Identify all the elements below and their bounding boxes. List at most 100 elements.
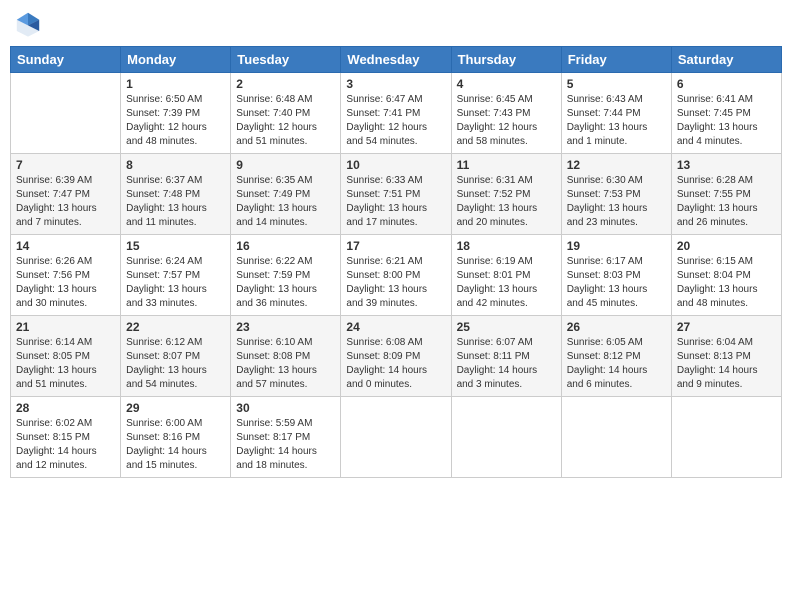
day-number: 12 xyxy=(567,158,666,172)
day-number: 18 xyxy=(457,239,556,253)
week-row-4: 21 Sunrise: 6:14 AMSunset: 8:05 PMDaylig… xyxy=(11,316,782,397)
day-cell: 23 Sunrise: 6:10 AMSunset: 8:08 PMDaylig… xyxy=(231,316,341,397)
day-cell: 17 Sunrise: 6:21 AMSunset: 8:00 PMDaylig… xyxy=(341,235,451,316)
week-row-2: 7 Sunrise: 6:39 AMSunset: 7:47 PMDayligh… xyxy=(11,154,782,235)
day-cell xyxy=(561,397,671,478)
day-number: 17 xyxy=(346,239,445,253)
header-row: SundayMondayTuesdayWednesdayThursdayFrid… xyxy=(11,47,782,73)
day-number: 1 xyxy=(126,77,225,91)
day-info: Sunrise: 6:39 AMSunset: 7:47 PMDaylight:… xyxy=(16,174,115,230)
logo xyxy=(14,10,46,38)
day-number: 3 xyxy=(346,77,445,91)
day-cell: 5 Sunrise: 6:43 AMSunset: 7:44 PMDayligh… xyxy=(561,73,671,154)
day-info: Sunrise: 6:07 AMSunset: 8:11 PMDaylight:… xyxy=(457,336,556,392)
day-info: Sunrise: 6:00 AMSunset: 8:16 PMDaylight:… xyxy=(126,417,225,473)
day-number: 9 xyxy=(236,158,335,172)
day-cell: 22 Sunrise: 6:12 AMSunset: 8:07 PMDaylig… xyxy=(121,316,231,397)
day-info: Sunrise: 6:10 AMSunset: 8:08 PMDaylight:… xyxy=(236,336,335,392)
day-info: Sunrise: 6:04 AMSunset: 8:13 PMDaylight:… xyxy=(677,336,776,392)
week-row-1: 1 Sunrise: 6:50 AMSunset: 7:39 PMDayligh… xyxy=(11,73,782,154)
day-info: Sunrise: 6:21 AMSunset: 8:00 PMDaylight:… xyxy=(346,255,445,311)
day-info: Sunrise: 6:15 AMSunset: 8:04 PMDaylight:… xyxy=(677,255,776,311)
day-info: Sunrise: 6:12 AMSunset: 8:07 PMDaylight:… xyxy=(126,336,225,392)
day-number: 28 xyxy=(16,401,115,415)
day-info: Sunrise: 6:47 AMSunset: 7:41 PMDaylight:… xyxy=(346,93,445,149)
column-header-saturday: Saturday xyxy=(671,47,781,73)
day-info: Sunrise: 6:08 AMSunset: 8:09 PMDaylight:… xyxy=(346,336,445,392)
day-info: Sunrise: 6:50 AMSunset: 7:39 PMDaylight:… xyxy=(126,93,225,149)
day-cell: 9 Sunrise: 6:35 AMSunset: 7:49 PMDayligh… xyxy=(231,154,341,235)
day-number: 4 xyxy=(457,77,556,91)
day-info: Sunrise: 6:19 AMSunset: 8:01 PMDaylight:… xyxy=(457,255,556,311)
day-number: 7 xyxy=(16,158,115,172)
day-cell: 27 Sunrise: 6:04 AMSunset: 8:13 PMDaylig… xyxy=(671,316,781,397)
day-number: 16 xyxy=(236,239,335,253)
day-info: Sunrise: 6:28 AMSunset: 7:55 PMDaylight:… xyxy=(677,174,776,230)
day-cell: 10 Sunrise: 6:33 AMSunset: 7:51 PMDaylig… xyxy=(341,154,451,235)
day-cell: 30 Sunrise: 5:59 AMSunset: 8:17 PMDaylig… xyxy=(231,397,341,478)
day-info: Sunrise: 5:59 AMSunset: 8:17 PMDaylight:… xyxy=(236,417,335,473)
day-info: Sunrise: 6:02 AMSunset: 8:15 PMDaylight:… xyxy=(16,417,115,473)
day-info: Sunrise: 6:30 AMSunset: 7:53 PMDaylight:… xyxy=(567,174,666,230)
day-cell: 25 Sunrise: 6:07 AMSunset: 8:11 PMDaylig… xyxy=(451,316,561,397)
day-cell: 11 Sunrise: 6:31 AMSunset: 7:52 PMDaylig… xyxy=(451,154,561,235)
day-number: 14 xyxy=(16,239,115,253)
day-cell: 29 Sunrise: 6:00 AMSunset: 8:16 PMDaylig… xyxy=(121,397,231,478)
day-info: Sunrise: 6:41 AMSunset: 7:45 PMDaylight:… xyxy=(677,93,776,149)
day-info: Sunrise: 6:45 AMSunset: 7:43 PMDaylight:… xyxy=(457,93,556,149)
column-header-friday: Friday xyxy=(561,47,671,73)
day-cell: 18 Sunrise: 6:19 AMSunset: 8:01 PMDaylig… xyxy=(451,235,561,316)
day-cell: 28 Sunrise: 6:02 AMSunset: 8:15 PMDaylig… xyxy=(11,397,121,478)
day-info: Sunrise: 6:48 AMSunset: 7:40 PMDaylight:… xyxy=(236,93,335,149)
day-number: 5 xyxy=(567,77,666,91)
day-number: 2 xyxy=(236,77,335,91)
day-cell: 7 Sunrise: 6:39 AMSunset: 7:47 PMDayligh… xyxy=(11,154,121,235)
day-cell: 4 Sunrise: 6:45 AMSunset: 7:43 PMDayligh… xyxy=(451,73,561,154)
day-number: 26 xyxy=(567,320,666,334)
day-info: Sunrise: 6:14 AMSunset: 8:05 PMDaylight:… xyxy=(16,336,115,392)
day-info: Sunrise: 6:33 AMSunset: 7:51 PMDaylight:… xyxy=(346,174,445,230)
day-number: 11 xyxy=(457,158,556,172)
day-number: 8 xyxy=(126,158,225,172)
day-cell: 1 Sunrise: 6:50 AMSunset: 7:39 PMDayligh… xyxy=(121,73,231,154)
column-header-thursday: Thursday xyxy=(451,47,561,73)
day-number: 24 xyxy=(346,320,445,334)
day-cell: 6 Sunrise: 6:41 AMSunset: 7:45 PMDayligh… xyxy=(671,73,781,154)
day-info: Sunrise: 6:35 AMSunset: 7:49 PMDaylight:… xyxy=(236,174,335,230)
column-header-sunday: Sunday xyxy=(11,47,121,73)
day-cell: 24 Sunrise: 6:08 AMSunset: 8:09 PMDaylig… xyxy=(341,316,451,397)
day-cell: 13 Sunrise: 6:28 AMSunset: 7:55 PMDaylig… xyxy=(671,154,781,235)
day-number: 15 xyxy=(126,239,225,253)
day-info: Sunrise: 6:26 AMSunset: 7:56 PMDaylight:… xyxy=(16,255,115,311)
day-cell: 16 Sunrise: 6:22 AMSunset: 7:59 PMDaylig… xyxy=(231,235,341,316)
day-cell: 3 Sunrise: 6:47 AMSunset: 7:41 PMDayligh… xyxy=(341,73,451,154)
day-info: Sunrise: 6:05 AMSunset: 8:12 PMDaylight:… xyxy=(567,336,666,392)
week-row-3: 14 Sunrise: 6:26 AMSunset: 7:56 PMDaylig… xyxy=(11,235,782,316)
day-number: 30 xyxy=(236,401,335,415)
day-cell: 12 Sunrise: 6:30 AMSunset: 7:53 PMDaylig… xyxy=(561,154,671,235)
day-cell: 19 Sunrise: 6:17 AMSunset: 8:03 PMDaylig… xyxy=(561,235,671,316)
day-number: 19 xyxy=(567,239,666,253)
column-header-wednesday: Wednesday xyxy=(341,47,451,73)
day-cell: 26 Sunrise: 6:05 AMSunset: 8:12 PMDaylig… xyxy=(561,316,671,397)
day-number: 27 xyxy=(677,320,776,334)
day-cell: 14 Sunrise: 6:26 AMSunset: 7:56 PMDaylig… xyxy=(11,235,121,316)
day-number: 6 xyxy=(677,77,776,91)
day-cell: 8 Sunrise: 6:37 AMSunset: 7:48 PMDayligh… xyxy=(121,154,231,235)
day-cell: 21 Sunrise: 6:14 AMSunset: 8:05 PMDaylig… xyxy=(11,316,121,397)
day-number: 21 xyxy=(16,320,115,334)
day-info: Sunrise: 6:31 AMSunset: 7:52 PMDaylight:… xyxy=(457,174,556,230)
day-number: 29 xyxy=(126,401,225,415)
column-header-monday: Monday xyxy=(121,47,231,73)
week-row-5: 28 Sunrise: 6:02 AMSunset: 8:15 PMDaylig… xyxy=(11,397,782,478)
day-info: Sunrise: 6:43 AMSunset: 7:44 PMDaylight:… xyxy=(567,93,666,149)
day-cell xyxy=(451,397,561,478)
day-number: 22 xyxy=(126,320,225,334)
day-cell xyxy=(11,73,121,154)
day-info: Sunrise: 6:24 AMSunset: 7:57 PMDaylight:… xyxy=(126,255,225,311)
day-cell: 20 Sunrise: 6:15 AMSunset: 8:04 PMDaylig… xyxy=(671,235,781,316)
day-cell xyxy=(341,397,451,478)
page-header xyxy=(10,10,782,38)
day-cell: 2 Sunrise: 6:48 AMSunset: 7:40 PMDayligh… xyxy=(231,73,341,154)
day-number: 25 xyxy=(457,320,556,334)
